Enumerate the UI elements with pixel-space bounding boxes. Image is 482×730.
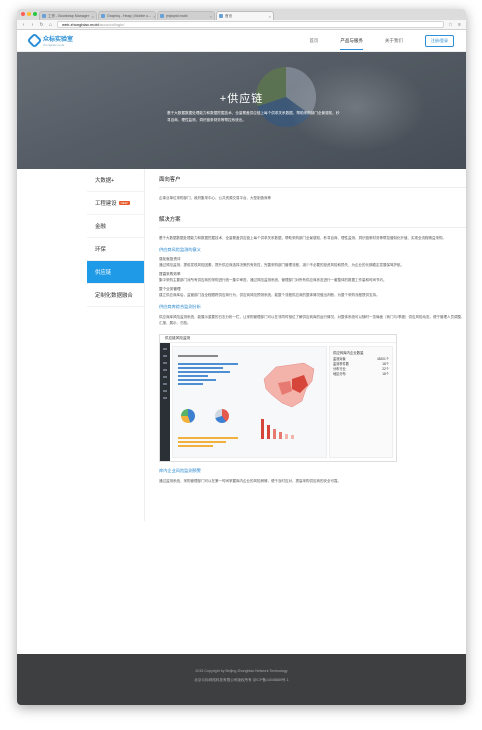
sidebar-item-label: 工程建设	[95, 201, 117, 207]
sidebar-item-environment[interactable]: 环保	[87, 238, 144, 261]
stats-title: 供应商库内企业数量	[333, 351, 364, 355]
tab-label: jmjtoptd.mobi	[166, 14, 188, 18]
tab-label: 首页	[225, 13, 233, 18]
sidebar-item-label: 定制化数据融合	[95, 293, 133, 299]
maximize-window-icon[interactable]	[33, 12, 37, 16]
forward-icon[interactable]: ›	[30, 22, 35, 28]
logo-text: 众标实验室	[43, 37, 74, 43]
login-button[interactable]: 注册/登录	[424, 34, 454, 47]
stat-label: 地区分布	[333, 372, 346, 376]
sidebar-item-label: 金融	[95, 224, 106, 230]
close-window-icon[interactable]	[21, 12, 25, 16]
item-text: 建立供应商库后，监管部门及全程跟踪供应商行为，供应商风险预测系统，能整个流程供应…	[159, 293, 380, 297]
hero-banner: +供应链 基于大数据数据处理能力和数据挖掘技术、全量覆盖供应链上每个供求关系数据…	[17, 52, 466, 169]
url-field[interactable]: web.zhongbiao.mobi/account/login/	[57, 21, 444, 28]
nav-item-home[interactable]: 首页	[309, 32, 318, 50]
dashboard-panel	[172, 346, 327, 458]
banner-title: +供应链	[219, 93, 264, 105]
sidebar-item-label: 大数据+	[95, 178, 115, 184]
china-map-thumb	[263, 362, 315, 408]
dashboard-sidebar	[160, 343, 170, 461]
url-path: /account/login/	[98, 22, 125, 27]
close-tab-icon[interactable]: ×	[151, 14, 155, 19]
dashboard-stats: 供应商库内企业数量 监测对象 45201个 监测事件数 18个 分布行业 22个 地区…	[329, 346, 393, 458]
pie-chart-thumb	[181, 409, 195, 423]
pie-chart-thumb	[215, 409, 229, 423]
footer-icp: 北京众标网络科技有限公司版权所有 京ICP备14048889号-1	[194, 678, 289, 682]
logo[interactable]: 众标实验室 zhongbiao.mobi	[26, 32, 74, 49]
subsection-text: 通过监测系统，采购管理部门可以在第一时间掌握库内企业的风险舆情，便于及时应对，提…	[159, 479, 341, 483]
new-badge: NEW	[118, 201, 130, 205]
nav-item-about[interactable]: 关于我们	[385, 32, 403, 50]
close-tab-icon[interactable]: ×	[90, 14, 94, 19]
favicon-icon	[101, 14, 105, 18]
sidebar-item-label: 供应链	[95, 270, 112, 276]
browser-tab[interactable]: jmjtoptd.mobi ×	[157, 11, 215, 20]
site-header: 众标实验室 zhongbiao.mobi 首页 产品与服务 关于我们 注册/登录	[17, 30, 466, 52]
dashboard-title: 供应链风险监测	[160, 335, 396, 343]
subsection-title: 供应商风险监测的意义	[159, 247, 201, 252]
content-area: 大数据+ 工程建设 NEW 金融 环保 供应链 定制化数据融合 面向客户 企事业单…	[17, 169, 466, 521]
window-controls	[21, 12, 37, 16]
favicon-icon	[42, 14, 46, 18]
sidebar-item-engineering[interactable]: 工程建设 NEW	[87, 192, 144, 215]
main-content: 面向客户 企事业单位采购部门、政府集采中心、公共资源交易平台、大型制造商等 解决…	[145, 169, 466, 521]
browser-window: 工作 - Bootstrap Manager × Graphiq - Heap |…	[17, 9, 466, 705]
menu-icon[interactable]: ≡	[457, 22, 462, 28]
browser-tab-active[interactable]: 首页 ×	[216, 11, 274, 20]
tab-label: 工作 - Bootstrap Manager	[48, 13, 89, 18]
tab-label: Graphiq - Heap | Mobile u...	[107, 14, 152, 18]
subsection-text: 供应商库风险监测系统，能展示重要的日志分析一栏，让采购管理部门可以在非同时相位了…	[159, 315, 465, 325]
tab-bar: 工作 - Bootstrap Manager × Graphiq - Heap |…	[17, 9, 466, 20]
close-tab-icon[interactable]: ×	[208, 14, 212, 19]
main-nav: 首页 产品与服务 关于我们 注册/登录	[309, 32, 454, 50]
favicon-icon	[160, 14, 164, 18]
subsection-title: 供应商库综合监测分析	[159, 304, 201, 309]
address-bar: ‹ › ↻ ⌂ web.zhongbiao.mobi/account/login…	[17, 20, 466, 30]
favicon-icon	[219, 14, 223, 18]
minimize-window-icon[interactable]	[27, 12, 31, 16]
site-footer: 2015 Copyright by Beijing Zhongbiao Netw…	[17, 654, 466, 705]
url-host: web.zhongbiao.mobi	[62, 22, 99, 27]
footer-copyright: 2015 Copyright by Beijing Zhongbiao Netw…	[195, 669, 288, 673]
item-text: 集中采购主要部门对所有供应商的采购进行统一集中审查，通过风险监测系统，管理部门对…	[159, 278, 387, 282]
section-title-solution: 解决方案	[159, 215, 466, 228]
sidebar-item-supply-chain[interactable]: 供应链	[87, 261, 144, 284]
close-tab-icon[interactable]: ×	[267, 14, 271, 19]
nav-item-products[interactable]: 产品与服务	[340, 32, 363, 50]
section-title-customers: 面向客户	[159, 175, 466, 188]
sidebar-item-bigdata[interactable]: 大数据+	[87, 169, 144, 192]
sidebar-item-finance[interactable]: 金融	[87, 215, 144, 238]
browser-tab[interactable]: 工作 - Bootstrap Manager ×	[39, 11, 97, 20]
subsection-title: 库内企业风险监测预警	[159, 468, 201, 473]
logo-icon	[26, 32, 43, 49]
star-icon[interactable]: ☆	[448, 22, 453, 28]
banner-text: 基于大数据数据处理能力和数据挖掘技术、全量覆盖供应链上每个供求关系数据，帮助采购…	[167, 111, 340, 122]
dashboard-screenshot: 供应链风险监测 供应商库内企业数量 监测对象 45201个 监测事件数 18个 …	[159, 334, 397, 462]
logo-sub: zhongbiao.mobi	[43, 43, 65, 47]
reload-icon[interactable]: ↻	[39, 22, 44, 28]
solution-text: 基于大数据数据处理能力和数据挖掘技术，全量覆盖供应链上每个供求关系数据，帮助采购…	[159, 236, 446, 240]
back-icon[interactable]: ‹	[21, 22, 26, 28]
sidebar-item-label: 环保	[95, 247, 106, 253]
home-icon[interactable]: ⌂	[48, 22, 53, 28]
sidebar-item-custom-data[interactable]: 定制化数据融合	[87, 284, 144, 307]
sidebar: 大数据+ 工程建设 NEW 金融 环保 供应链 定制化数据融合	[87, 169, 145, 521]
item-text: 通过风险监测，提前发现风险因素，提升供应商选择决策的有效性，完善采购部门管理流程…	[159, 263, 404, 267]
stat-row: 地区分布 18个	[333, 372, 389, 377]
stat-value: 18个	[382, 372, 389, 376]
browser-tab[interactable]: Graphiq - Heap | Mobile u... ×	[98, 11, 156, 20]
